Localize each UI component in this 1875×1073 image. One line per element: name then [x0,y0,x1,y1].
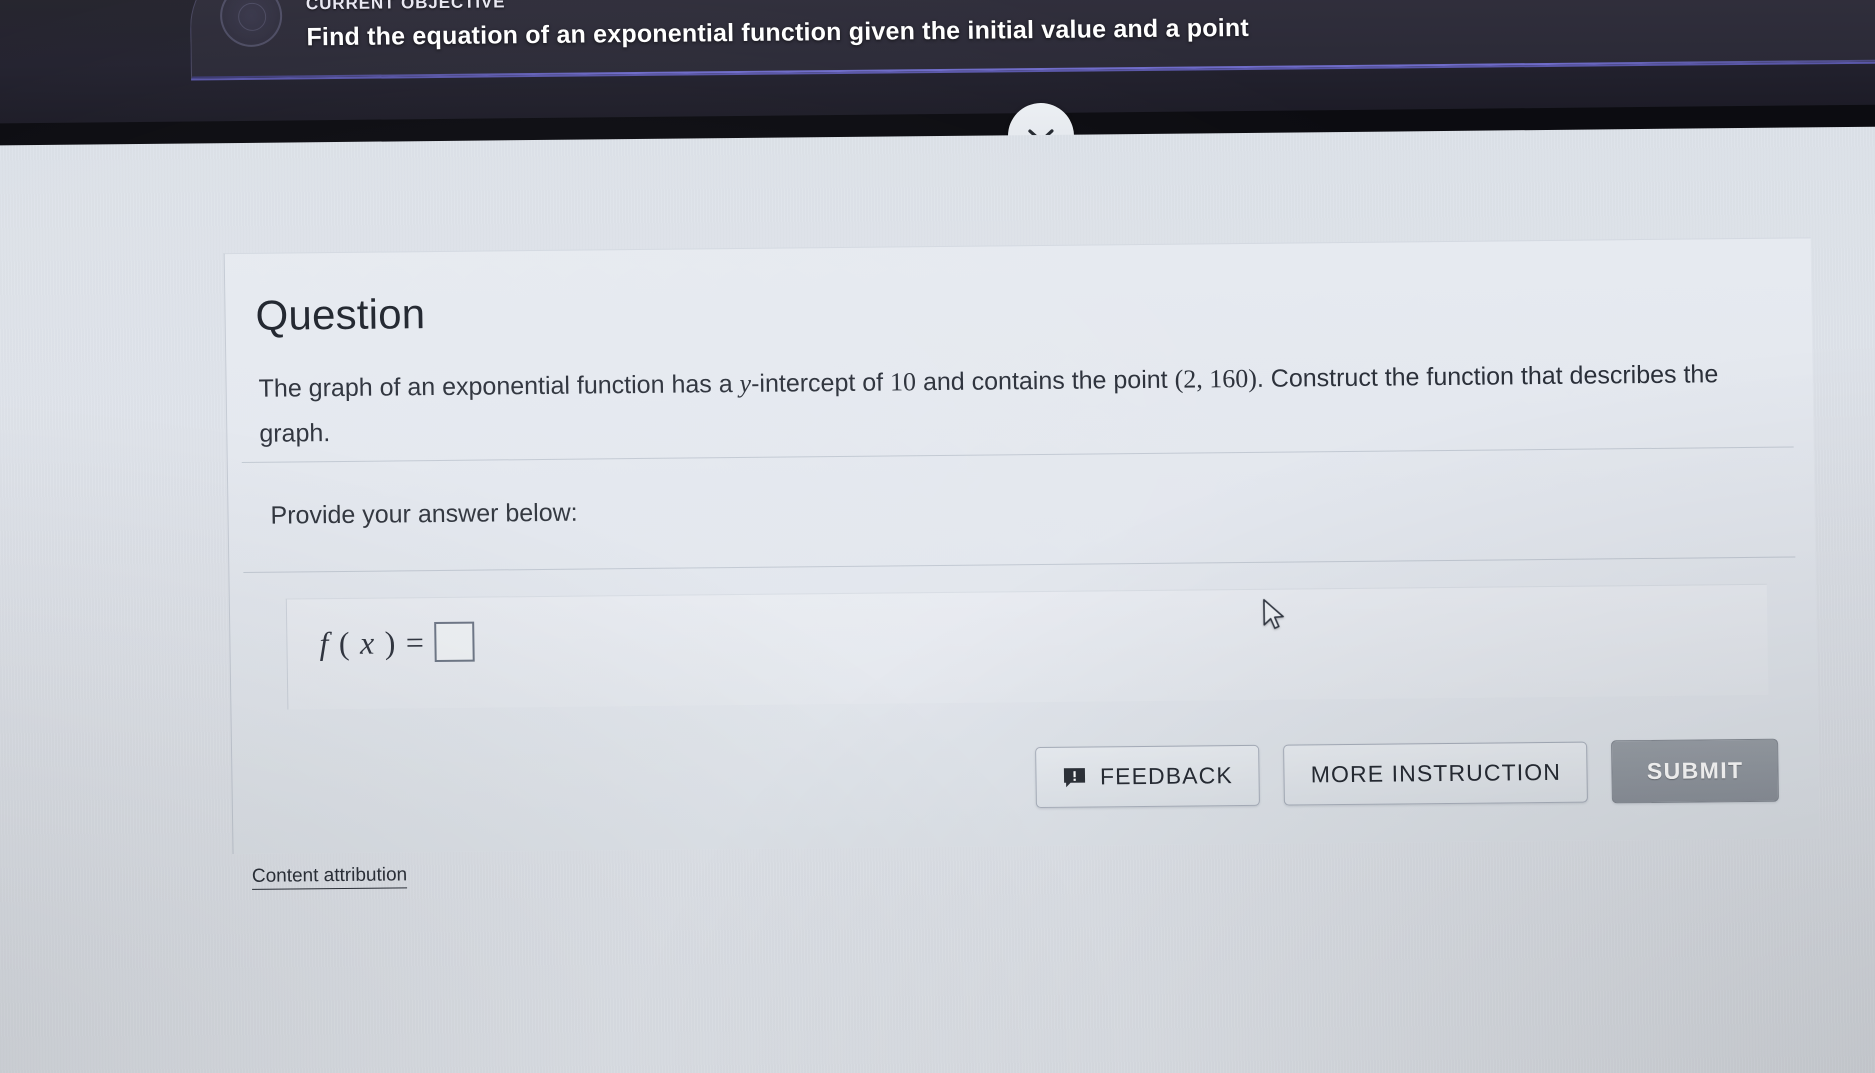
function-equals-sign: = [405,623,425,660]
feedback-button[interactable]: FEEDBACK [1034,744,1261,809]
more-instruction-button-label: MORE INSTRUCTION [1310,758,1562,788]
page-body: Question The graph of an exponential fun… [0,126,1875,1073]
question-value-intercept: 10 [889,367,917,397]
feedback-bubble-icon [1063,767,1085,787]
question-value-point: (2, 160) [1174,363,1258,394]
function-variable: x [359,624,375,661]
answer-entry-zone: f(x) = [285,583,1769,710]
more-instruction-button[interactable]: MORE INSTRUCTION [1283,741,1589,806]
action-button-row: FEEDBACK MORE INSTRUCTION SUBMIT [1034,738,1779,809]
function-name-label: f [319,624,330,661]
answer-input[interactable] [434,621,475,663]
divider-below-answer-prompt [243,556,1796,573]
page-title: Question [255,290,426,339]
content-attribution-link[interactable]: Content attribution [251,864,408,890]
function-expression: f(x) = [319,621,475,664]
objective-kicker: CURRENT OBJECTIVE [305,0,506,14]
question-text-part-1: The graph of an exponential function has… [258,370,740,403]
skewed-screen-content: CURRENT OBJECTIVE Find the equation of a… [0,0,1875,1073]
provide-answer-label: Provide your answer below: [270,498,578,530]
objective-progress-inner-ring [237,2,267,31]
question-card: Question The graph of an exponential fun… [223,237,1820,890]
question-text-part-3: and contains the point [915,365,1175,397]
objective-header-bar: CURRENT OBJECTIVE Find the equation of a… [0,0,1875,124]
function-open-paren: ( [338,624,351,661]
function-close-paren: ) [384,623,397,661]
feedback-button-label: FEEDBACK [1099,762,1233,790]
submit-button-label: SUBMIT [1646,757,1744,784]
submit-button[interactable]: SUBMIT [1611,738,1779,804]
question-text-part-2: -intercept of [750,368,891,398]
screen-photo: CURRENT OBJECTIVE Find the equation of a… [0,0,1875,1073]
question-body: The graph of an exponential function has… [258,351,1791,457]
